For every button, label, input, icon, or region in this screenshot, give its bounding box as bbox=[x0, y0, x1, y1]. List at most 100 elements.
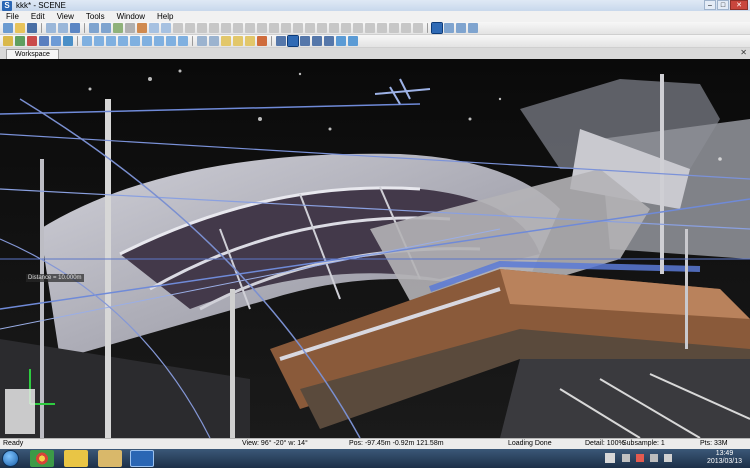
start-button[interactable] bbox=[2, 450, 19, 467]
toolbar-separator bbox=[192, 36, 193, 46]
table-icon[interactable] bbox=[312, 36, 322, 46]
layout-icon[interactable] bbox=[209, 36, 219, 46]
measure-icon[interactable] bbox=[137, 23, 147, 33]
grid-icon[interactable] bbox=[197, 36, 207, 46]
ellipse-icon[interactable] bbox=[377, 23, 387, 33]
scanner-icon[interactable] bbox=[101, 23, 111, 33]
export-icon[interactable] bbox=[125, 23, 135, 33]
home-icon[interactable] bbox=[113, 23, 123, 33]
undo-icon[interactable] bbox=[46, 23, 56, 33]
plane-icon[interactable] bbox=[317, 23, 327, 33]
navigate-icon[interactable] bbox=[82, 36, 92, 46]
clipping-icon[interactable] bbox=[233, 36, 243, 46]
new-icon[interactable] bbox=[3, 23, 13, 33]
view-3d-icon[interactable] bbox=[149, 23, 159, 33]
minimize-button[interactable]: – bbox=[704, 0, 716, 10]
center-icon[interactable] bbox=[178, 36, 188, 46]
fly-icon[interactable] bbox=[106, 36, 116, 46]
chrome-icon[interactable] bbox=[30, 450, 54, 467]
grey-icon[interactable] bbox=[39, 36, 49, 46]
zoom-icon[interactable] bbox=[130, 36, 140, 46]
front-view-icon[interactable] bbox=[468, 23, 478, 33]
checkerboard-icon[interactable] bbox=[389, 23, 399, 33]
focus-icon[interactable] bbox=[166, 36, 176, 46]
scene-taskbar-icon[interactable] bbox=[130, 450, 154, 467]
quick-view-icon[interactable] bbox=[161, 23, 171, 33]
menu-edit[interactable]: Edit bbox=[25, 11, 51, 22]
cube-icon[interactable] bbox=[63, 36, 73, 46]
clock-icon[interactable] bbox=[413, 23, 423, 33]
clock-time: 13:49 bbox=[715, 450, 734, 457]
dock-icon[interactable] bbox=[348, 36, 358, 46]
edge-tool-icon[interactable] bbox=[293, 23, 303, 33]
tab-workspace[interactable]: Workspace bbox=[6, 49, 59, 59]
menu-file[interactable]: File bbox=[0, 11, 25, 22]
filter-icon[interactable] bbox=[221, 36, 231, 46]
keyboard-icon[interactable] bbox=[605, 453, 615, 463]
view-mode-icon[interactable] bbox=[431, 22, 443, 34]
menu-window[interactable]: Window bbox=[111, 11, 151, 22]
line-tool-icon[interactable] bbox=[281, 23, 291, 33]
toolbar-separator bbox=[84, 23, 85, 33]
status-loading: Loading Done bbox=[508, 440, 552, 447]
fit-object-icon[interactable] bbox=[305, 23, 315, 33]
redo-icon[interactable] bbox=[58, 23, 68, 33]
sticky-notes-icon[interactable] bbox=[64, 450, 88, 467]
target-icon[interactable] bbox=[401, 23, 411, 33]
open-folder-icon[interactable] bbox=[15, 23, 25, 33]
top-view-icon[interactable] bbox=[456, 23, 466, 33]
list-icon[interactable] bbox=[324, 36, 334, 46]
grid-sparse-icon[interactable] bbox=[300, 36, 310, 46]
grid-dense-icon[interactable] bbox=[287, 35, 299, 47]
normals-icon[interactable] bbox=[51, 36, 61, 46]
volume-icon[interactable] bbox=[664, 454, 672, 462]
menu-tools[interactable]: Tools bbox=[80, 11, 111, 22]
clear-selection-icon[interactable] bbox=[245, 23, 255, 33]
point-cloud-view bbox=[0, 59, 750, 438]
invert-selection-icon[interactable] bbox=[257, 23, 267, 33]
save-icon[interactable] bbox=[27, 23, 37, 33]
sphere-icon[interactable] bbox=[341, 23, 351, 33]
delete-points-icon[interactable] bbox=[269, 23, 279, 33]
viewport-3d[interactable]: Distance = 10.000m bbox=[0, 59, 750, 438]
help-icon[interactable] bbox=[70, 23, 80, 33]
toolbar-separator bbox=[41, 23, 42, 33]
file-explorer-icon[interactable] bbox=[98, 450, 122, 467]
grid-view-icon[interactable] bbox=[276, 36, 286, 46]
close-tab-icon[interactable]: ✕ bbox=[740, 48, 747, 57]
reflectance-icon[interactable] bbox=[27, 36, 37, 46]
pen-icon[interactable] bbox=[257, 36, 267, 46]
point-cloud-icon[interactable] bbox=[3, 36, 13, 46]
title-bar: S kkk* - SCENE – □ ✕ bbox=[0, 0, 750, 11]
planar-view-icon[interactable] bbox=[173, 23, 183, 33]
rotate-icon[interactable] bbox=[118, 36, 128, 46]
clipping-box-icon[interactable] bbox=[245, 36, 255, 46]
correspondence-view-icon[interactable] bbox=[185, 23, 195, 33]
color-icon[interactable] bbox=[15, 36, 25, 46]
lasso-icon[interactable] bbox=[209, 23, 219, 33]
status-subsample: Subsample: 1 bbox=[622, 440, 665, 447]
polygon-select-icon[interactable] bbox=[221, 23, 231, 33]
menu-view[interactable]: View bbox=[51, 11, 80, 22]
distance-label: Distance = 10.000m bbox=[26, 274, 84, 282]
flag-icon[interactable] bbox=[636, 454, 644, 462]
pan-icon[interactable] bbox=[154, 36, 164, 46]
menu-help[interactable]: Help bbox=[151, 11, 179, 22]
toolbar-separator bbox=[77, 36, 78, 46]
cylinder-icon[interactable] bbox=[329, 23, 339, 33]
walk-icon[interactable] bbox=[94, 36, 104, 46]
maximize-button[interactable]: □ bbox=[717, 0, 729, 10]
clock[interactable]: 13:49 2013/03/13 bbox=[707, 450, 742, 466]
annotation-icon[interactable] bbox=[353, 23, 363, 33]
circle-icon[interactable] bbox=[365, 23, 375, 33]
select-icon[interactable] bbox=[197, 23, 207, 33]
tray-arrow-icon[interactable] bbox=[622, 454, 630, 462]
rectangle-select-icon[interactable] bbox=[233, 23, 243, 33]
side-view-icon[interactable] bbox=[444, 23, 454, 33]
window-icon[interactable] bbox=[336, 36, 346, 46]
network-icon[interactable] bbox=[650, 454, 658, 462]
scan-icon[interactable] bbox=[89, 23, 99, 33]
window-controls: – □ ✕ bbox=[704, 0, 748, 10]
close-button[interactable]: ✕ bbox=[730, 0, 748, 10]
zoom-extent-icon[interactable] bbox=[142, 36, 152, 46]
